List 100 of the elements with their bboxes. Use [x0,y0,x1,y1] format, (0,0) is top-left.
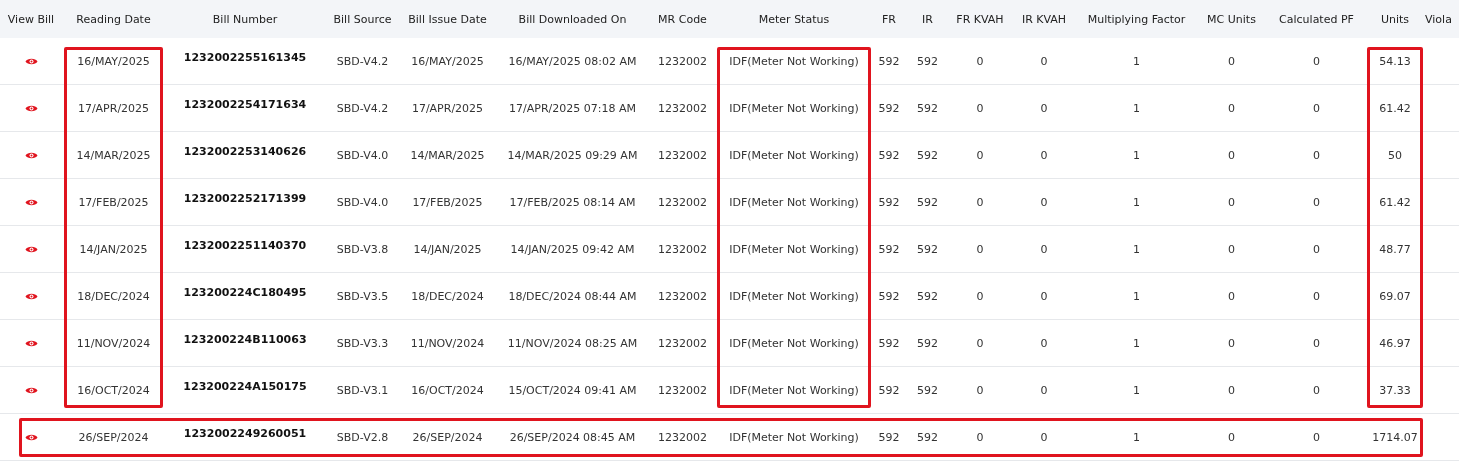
view-bill-button[interactable] [24,197,38,207]
view-bill-button[interactable] [24,244,38,254]
table-cell: 592 [917,430,938,444]
table-cell: 0 [976,242,984,256]
table-cell: 1 [1133,242,1140,256]
table-cell: 0 [1228,242,1235,256]
table-cell: 0 [1040,101,1048,115]
view-bill-button[interactable] [24,338,38,348]
column-header: Viola [1425,12,1452,26]
table-cell: IDF(Meter Not Working) [729,242,859,256]
table-cell: 14/JAN/2025 [79,242,148,256]
table-cell: 0 [976,336,984,350]
table-cell: 592 [917,101,938,115]
eye-icon [24,56,38,66]
table-cell: 592 [878,54,900,68]
table-cell: SBD-V4.2 [336,101,389,115]
table-cell: 592 [878,383,900,397]
view-bill-button[interactable] [24,150,38,160]
table-cell: 0 [976,148,984,162]
table-cell: 50 [1388,148,1402,162]
table-cell: 14/JAN/2025 [413,242,482,256]
table-cell: 592 [878,148,900,162]
column-header: FR [882,12,896,26]
column-header: Multiplying Factor [1087,12,1186,26]
table-cell: IDF(Meter Not Working) [729,195,859,209]
table-cell: 1232002254171634 [183,98,307,111]
table-cell: 0 [976,383,984,397]
table-cell: 0 [1313,54,1320,68]
table-cell: 0 [1040,430,1048,444]
table-cell: 48.77 [1379,242,1411,256]
column-header: Bill Issue Date [408,12,487,26]
table-cell: IDF(Meter Not Working) [729,430,859,444]
table-cell: 0 [1313,195,1320,209]
table-cell: 18/DEC/2024 [77,289,150,303]
table-cell: 0 [1313,430,1320,444]
table-cell: 16/OCT/2024 [77,383,150,397]
table-cell: 0 [1228,101,1235,115]
table-cell: 592 [917,195,938,209]
table-cell: 0 [1040,54,1048,68]
table-cell: 0 [1313,336,1320,350]
table-cell: 1232002252171399 [183,192,307,205]
eye-icon [24,244,38,254]
table-cell: 0 [1313,242,1320,256]
column-header: Bill Source [333,12,392,26]
column-header: Meter Status [758,12,830,26]
table-cell: 14/JAN/2025 09:42 AM [510,242,635,256]
table-cell: 1 [1133,195,1140,209]
eye-icon [24,338,38,348]
table-cell: IDF(Meter Not Working) [729,101,859,115]
table-cell: 1232002 [658,101,707,115]
table-cell: 0 [1040,383,1048,397]
table-cell: 1232002 [658,430,707,444]
table-cell: 16/MAY/2025 [77,54,150,68]
table-cell: 17/FEB/2025 08:14 AM [509,195,636,209]
table-cell: 0 [976,54,984,68]
table-cell: 69.07 [1379,289,1411,303]
column-header: IR KVAH [1021,12,1067,26]
table-cell: 26/SEP/2024 [412,430,483,444]
table-cell: SBD-V2.8 [336,430,389,444]
view-bill-button[interactable] [24,432,38,442]
column-header: Bill Downloaded On [518,12,627,26]
column-header: View Bill [7,12,55,26]
table-cell: 17/FEB/2025 [412,195,483,209]
table-cell: 592 [917,336,938,350]
table-cell: 26/SEP/2024 08:45 AM [509,430,636,444]
table-cell: 0 [1313,148,1320,162]
table-cell: 18/DEC/2024 08:44 AM [508,289,637,303]
column-header: MC Units [1207,12,1256,26]
column-header: Bill Number [212,12,278,26]
table-cell: 123200224C180495 [183,286,307,299]
view-bill-button[interactable] [24,385,38,395]
table-cell: IDF(Meter Not Working) [729,336,859,350]
table-cell: 592 [878,430,900,444]
table-cell: 37.33 [1379,383,1411,397]
column-header: IR [922,12,933,26]
table-cell: 1232002255161345 [183,51,307,64]
table-cell: 0 [976,430,984,444]
table-cell: 1232002 [658,242,707,256]
table-cell: SBD-V3.8 [336,242,389,256]
table-cell: 592 [917,148,938,162]
table-cell: 1232002 [658,289,707,303]
table-cell: 17/APR/2025 [77,101,150,115]
table-cell: 11/NOV/2024 [76,336,151,350]
eye-icon [24,197,38,207]
table-cell: 26/SEP/2024 [78,430,149,444]
table-cell: 0 [1040,195,1048,209]
table-cell: 0 [1228,383,1235,397]
table-cell: 1232002 [658,336,707,350]
view-bill-button[interactable] [24,291,38,301]
view-bill-button[interactable] [24,103,38,113]
table-cell: 592 [878,195,900,209]
view-bill-button[interactable] [24,56,38,66]
table-cell: 1 [1133,383,1140,397]
column-header: MR Code [658,12,707,26]
table-cell: SBD-V4.0 [336,195,389,209]
table-cell: 123200224A150175 [183,380,307,393]
table-cell: 0 [1040,148,1048,162]
table-cell: 1 [1133,289,1140,303]
table-cell: 16/MAY/2025 08:02 AM [508,54,637,68]
table-cell: 16/MAY/2025 [411,54,484,68]
